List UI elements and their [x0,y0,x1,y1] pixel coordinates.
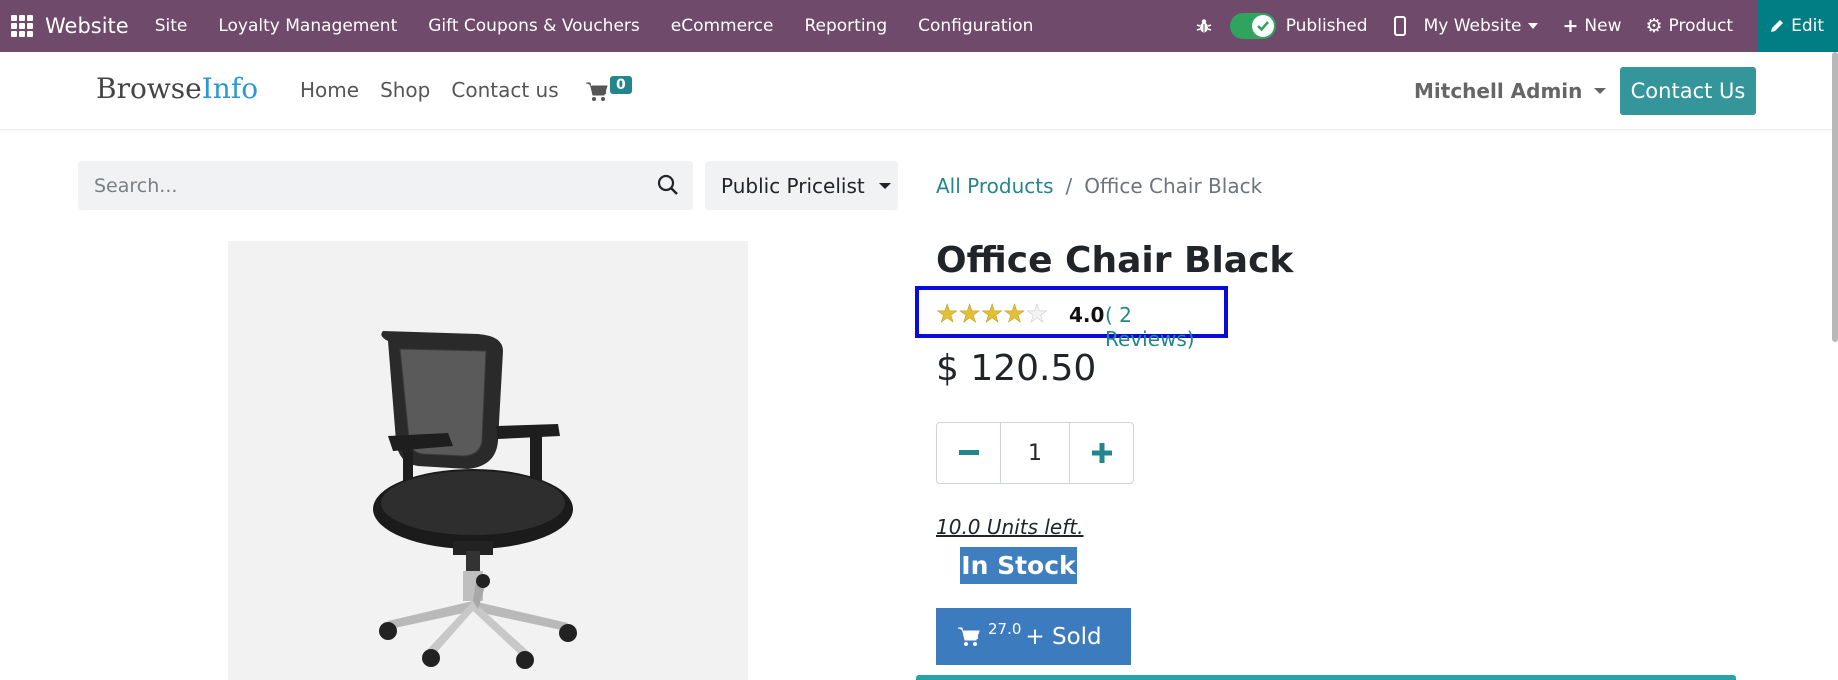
contact-us-button[interactable]: Contact Us [1620,67,1756,115]
sold-count-button[interactable]: 27.0 + Sold [936,608,1131,665]
nav-contact-us[interactable]: Contact us [451,78,558,102]
edit-label: Edit [1791,16,1824,36]
nav-home[interactable]: Home [300,78,359,102]
published-toggle[interactable] [1229,13,1276,39]
star-icon: ★ [1003,299,1026,329]
bug-icon[interactable] [1196,18,1212,34]
check-icon [1256,21,1269,32]
product-price: $ 120.50 [936,348,1097,389]
menu-configuration[interactable]: Configuration [918,16,1033,36]
main-nav: Home Shop Contact us [300,78,580,102]
cart-count-badge: 0 [610,76,632,94]
breadcrumb: All Products / Office Chair Black [936,174,1262,198]
cart-icon [586,82,608,101]
new-button[interactable]: + New [1562,15,1621,37]
breadcrumb-current: Office Chair Black [1084,174,1263,198]
product-rating: ★★★★★ 4.0 ( 2 Reviews) [915,286,1228,351]
pencil-icon [1771,20,1784,32]
quantity-stepper: 1 [936,422,1134,484]
menu-gift-coupons[interactable]: Gift Coupons & Vouchers [428,16,640,36]
menu-loyalty-management[interactable]: Loyalty Management [218,16,397,36]
pricelist-label: Public Pricelist [721,173,865,198]
plus-icon [1091,443,1112,463]
star-icon: ★ [936,299,959,329]
decrease-quantity-button[interactable] [937,423,1001,483]
product-label: Product [1668,16,1734,36]
menu-site[interactable]: Site [155,16,188,36]
nav-shop[interactable]: Shop [380,78,430,102]
caret-down-icon [1528,23,1539,29]
page-scrollbar[interactable] [1832,52,1838,342]
website-selector[interactable]: My Website [1424,16,1539,36]
website-selector-label: My Website [1423,16,1522,36]
caret-down-icon [1594,88,1607,94]
rating-value: 4.0 [1069,303,1105,327]
apps-grid-icon[interactable] [11,15,33,37]
user-name: Mitchell Admin [1414,79,1583,103]
breadcrumb-all-products[interactable]: All Products [936,174,1054,198]
cart-icon [958,627,980,646]
search-input[interactable]: Search... [94,175,177,197]
site-logo[interactable]: BrowseInfo [96,72,258,105]
cart-link[interactable]: 0 [586,76,656,106]
mobile-preview-icon[interactable] [1393,16,1406,36]
menu-ecommerce[interactable]: eCommerce [671,16,774,36]
product-settings-button[interactable]: ⚙ Product [1645,15,1733,37]
rating-stars: ★★★★★ [936,299,1049,329]
product-image[interactable] [228,241,748,680]
new-label: New [1584,16,1622,36]
breadcrumb-separator: / [1065,174,1073,198]
minus-icon [958,450,979,455]
increase-quantity-button[interactable] [1069,423,1133,483]
product-title: Office Chair Black [936,240,1294,281]
sold-label: + Sold [1025,623,1102,650]
quantity-input[interactable]: 1 [1001,423,1069,483]
toggle-knob [1251,15,1274,37]
product-search-box[interactable]: Search... [78,161,693,210]
user-menu[interactable]: Mitchell Admin [1414,79,1607,103]
star-icon: ★ [958,299,981,329]
star-icon: ★ [980,299,1004,329]
edit-button[interactable]: Edit [1757,0,1838,52]
reviews-link[interactable]: ( 2 Reviews) [1105,303,1224,351]
in-stock-badge: In Stock [960,547,1077,584]
menu-reporting[interactable]: Reporting [804,16,887,36]
admin-brand[interactable]: Website [45,14,129,38]
logo-text-info: Info [201,72,259,105]
admin-right-tools: Published My Website + New ⚙ Product Edi… [1196,0,1838,52]
caret-down-icon [878,182,891,189]
office-chair-image [373,331,577,669]
add-to-cart-bar[interactable] [916,675,1736,680]
units-left-text: 10.0 Units left. [936,515,1084,539]
published-label[interactable]: Published [1286,16,1368,36]
gear-icon: ⚙ [1645,15,1663,37]
sold-count: 27.0 [988,619,1022,638]
star-empty-icon: ★ [1025,299,1049,329]
site-header: BrowseInfo Home Shop Contact us 0 Mitche… [0,52,1838,130]
plus-icon: + [1562,15,1579,37]
pricelist-dropdown[interactable]: Public Pricelist [705,161,898,210]
admin-top-bar: Website Site Loyalty Management Gift Cou… [0,0,1838,52]
logo-text-browse: Browse [96,72,202,105]
search-icon[interactable] [657,174,679,196]
